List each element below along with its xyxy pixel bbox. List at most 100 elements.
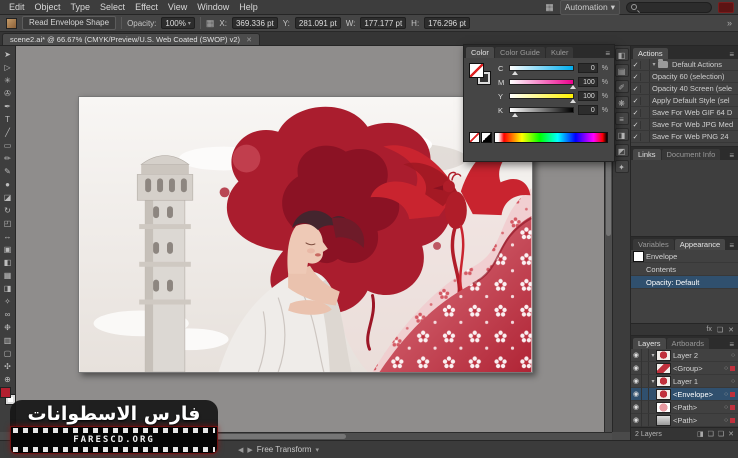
tab-layers[interactable]: Layers [633, 338, 666, 349]
panel-menu-icon[interactable]: ≡ [729, 340, 736, 349]
type-tool[interactable]: T [1, 113, 15, 126]
menu-object[interactable]: Object [30, 2, 66, 12]
next-arrow-icon[interactable]: ▶ [247, 446, 252, 454]
target-icon[interactable]: ○ [724, 404, 728, 411]
hand-tool[interactable]: ✣ [1, 360, 15, 373]
dialog-toggle[interactable] [641, 95, 650, 106]
brushes-panel-icon[interactable]: ✐ [614, 80, 629, 93]
symbols-panel-icon[interactable]: ❋ [614, 96, 629, 109]
menu-help[interactable]: Help [234, 2, 263, 12]
target-icon[interactable]: ○ [731, 352, 735, 359]
action-row[interactable]: ✓ Save For Web GIF 64 D [631, 107, 738, 119]
magenta-value[interactable]: 100 [578, 77, 598, 87]
check-icon[interactable]: ✓ [631, 96, 641, 105]
column-graph-tool[interactable]: ▥ [1, 334, 15, 347]
target-icon[interactable]: ○ [724, 365, 728, 372]
chevron-down-icon[interactable]: ▾ [649, 378, 657, 385]
none-swatch[interactable] [469, 132, 480, 143]
blob-brush-tool[interactable]: ● [1, 178, 15, 191]
blend-tool[interactable]: ∞ [1, 308, 15, 321]
control-overflow-icon[interactable]: » [727, 18, 732, 28]
menu-type[interactable]: Type [66, 2, 96, 12]
chevron-down-icon[interactable]: ▾ [315, 446, 319, 454]
black-slider[interactable] [508, 107, 575, 117]
tab-appearance[interactable]: Appearance [674, 239, 726, 250]
layer-row-path1[interactable]: ◉ <Path> ○ [631, 400, 738, 414]
lock-toggle[interactable] [642, 388, 649, 400]
eye-icon[interactable]: ◉ [631, 400, 642, 414]
panel-menu-icon[interactable]: ≡ [605, 49, 612, 58]
eye-icon[interactable]: ◉ [631, 374, 642, 388]
lock-toggle[interactable] [642, 349, 649, 361]
color-spectrum[interactable] [494, 132, 608, 143]
lock-toggle[interactable] [642, 362, 649, 374]
eye-icon[interactable]: ◉ [631, 413, 642, 427]
check-icon[interactable]: ✓ [631, 84, 641, 93]
fill-swatch[interactable] [0, 387, 11, 398]
layer-row-envelope[interactable]: ◉ <Envelope> ○ [631, 387, 738, 401]
target-icon[interactable]: ○ [724, 391, 728, 398]
action-row[interactable]: ✓ Save For Web JPG Med [631, 119, 738, 131]
line-segment-tool[interactable]: ╱ [1, 126, 15, 139]
eraser-tool[interactable]: ◪ [1, 191, 15, 204]
tab-kuler[interactable]: Kuler [545, 47, 574, 58]
selection-tool[interactable]: ➤ [1, 48, 15, 61]
check-icon[interactable]: ✓ [631, 72, 641, 81]
direct-selection-tool[interactable]: ▷ [1, 61, 15, 74]
pencil-tool[interactable]: ✎ [1, 165, 15, 178]
tab-artboards[interactable]: Artboards [666, 338, 710, 349]
dialog-toggle[interactable] [641, 107, 650, 118]
check-icon[interactable]: ✓ [631, 108, 641, 117]
free-transform-tool[interactable]: ▣ [1, 243, 15, 256]
panel-menu-icon[interactable]: ≡ [729, 151, 736, 160]
document-tab[interactable]: scene2.ai* @ 66.67% (CMYK/Preview/U.S. W… [2, 33, 260, 45]
swatches-panel-icon[interactable]: ▤ [614, 64, 629, 77]
close-icon[interactable]: ✕ [246, 36, 252, 44]
menu-edit[interactable]: Edit [4, 2, 30, 12]
check-icon[interactable]: ✓ [631, 132, 641, 141]
dialog-toggle[interactable] [641, 83, 650, 94]
make-mask-button[interactable]: ◨ [697, 430, 704, 438]
action-set-row[interactable]: ✓ ▾ Default Actions [631, 59, 738, 71]
gradient-panel-icon[interactable]: ◨ [614, 128, 629, 141]
color-panel-icon[interactable]: ◧ [614, 48, 629, 61]
arrange-documents-icon[interactable]: ▦ [545, 2, 554, 13]
menu-effect[interactable]: Effect [130, 2, 163, 12]
tab-color[interactable]: Color [466, 47, 494, 58]
fill-stroke-indicator[interactable] [469, 63, 491, 85]
target-icon[interactable]: ○ [724, 417, 728, 424]
menu-view[interactable]: View [163, 2, 192, 12]
cyan-slider[interactable] [508, 65, 575, 75]
gradient-tool[interactable]: ◨ [1, 282, 15, 295]
read-envelope-shape-button[interactable]: Read Envelope Shape [22, 16, 117, 30]
eyedropper-tool[interactable]: ✧ [1, 295, 15, 308]
x-field[interactable]: 369.336 pt [231, 17, 278, 29]
menu-select[interactable]: Select [95, 2, 130, 12]
new-item-button[interactable]: ❏ [717, 326, 723, 334]
search-box[interactable] [626, 1, 712, 13]
fx-button[interactable]: fx [706, 326, 711, 333]
dialog-toggle[interactable] [641, 71, 650, 82]
action-row[interactable]: ✓ Opacity 60 (selection) [631, 71, 738, 83]
h-field[interactable]: 176.296 pt [424, 17, 470, 29]
lasso-tool[interactable]: ✇ [1, 87, 15, 100]
artboard-tool[interactable]: ▢ [1, 347, 15, 360]
dialog-toggle[interactable] [641, 131, 650, 142]
delete-layer-button[interactable]: ✕ [728, 430, 734, 438]
zoom-tool[interactable]: ⊕ [1, 373, 15, 386]
tab-color-guide[interactable]: Color Guide [494, 47, 545, 58]
black-white-swatch[interactable] [481, 132, 492, 143]
panel-menu-icon[interactable]: ≡ [729, 241, 736, 250]
lock-toggle[interactable] [642, 414, 649, 426]
fill-none-swatch[interactable] [469, 63, 484, 78]
tower[interactable] [136, 155, 194, 372]
chevron-down-icon[interactable]: ▾ [649, 352, 657, 359]
layer-row-layer2[interactable]: ◉ ▾ Layer 2 ○ [631, 348, 738, 362]
cs-live-button[interactable] [718, 1, 734, 13]
transparency-panel-icon[interactable]: ◩ [614, 144, 629, 157]
lock-toggle[interactable] [642, 401, 649, 413]
action-row[interactable]: ✓ Apply Default Style (sel [631, 95, 738, 107]
opacity-field[interactable]: 100% ▾ [161, 17, 195, 29]
graphic-styles-panel-icon[interactable]: ✦ [614, 160, 629, 173]
action-row[interactable]: ✓ Opacity 40 Screen (sele [631, 83, 738, 95]
